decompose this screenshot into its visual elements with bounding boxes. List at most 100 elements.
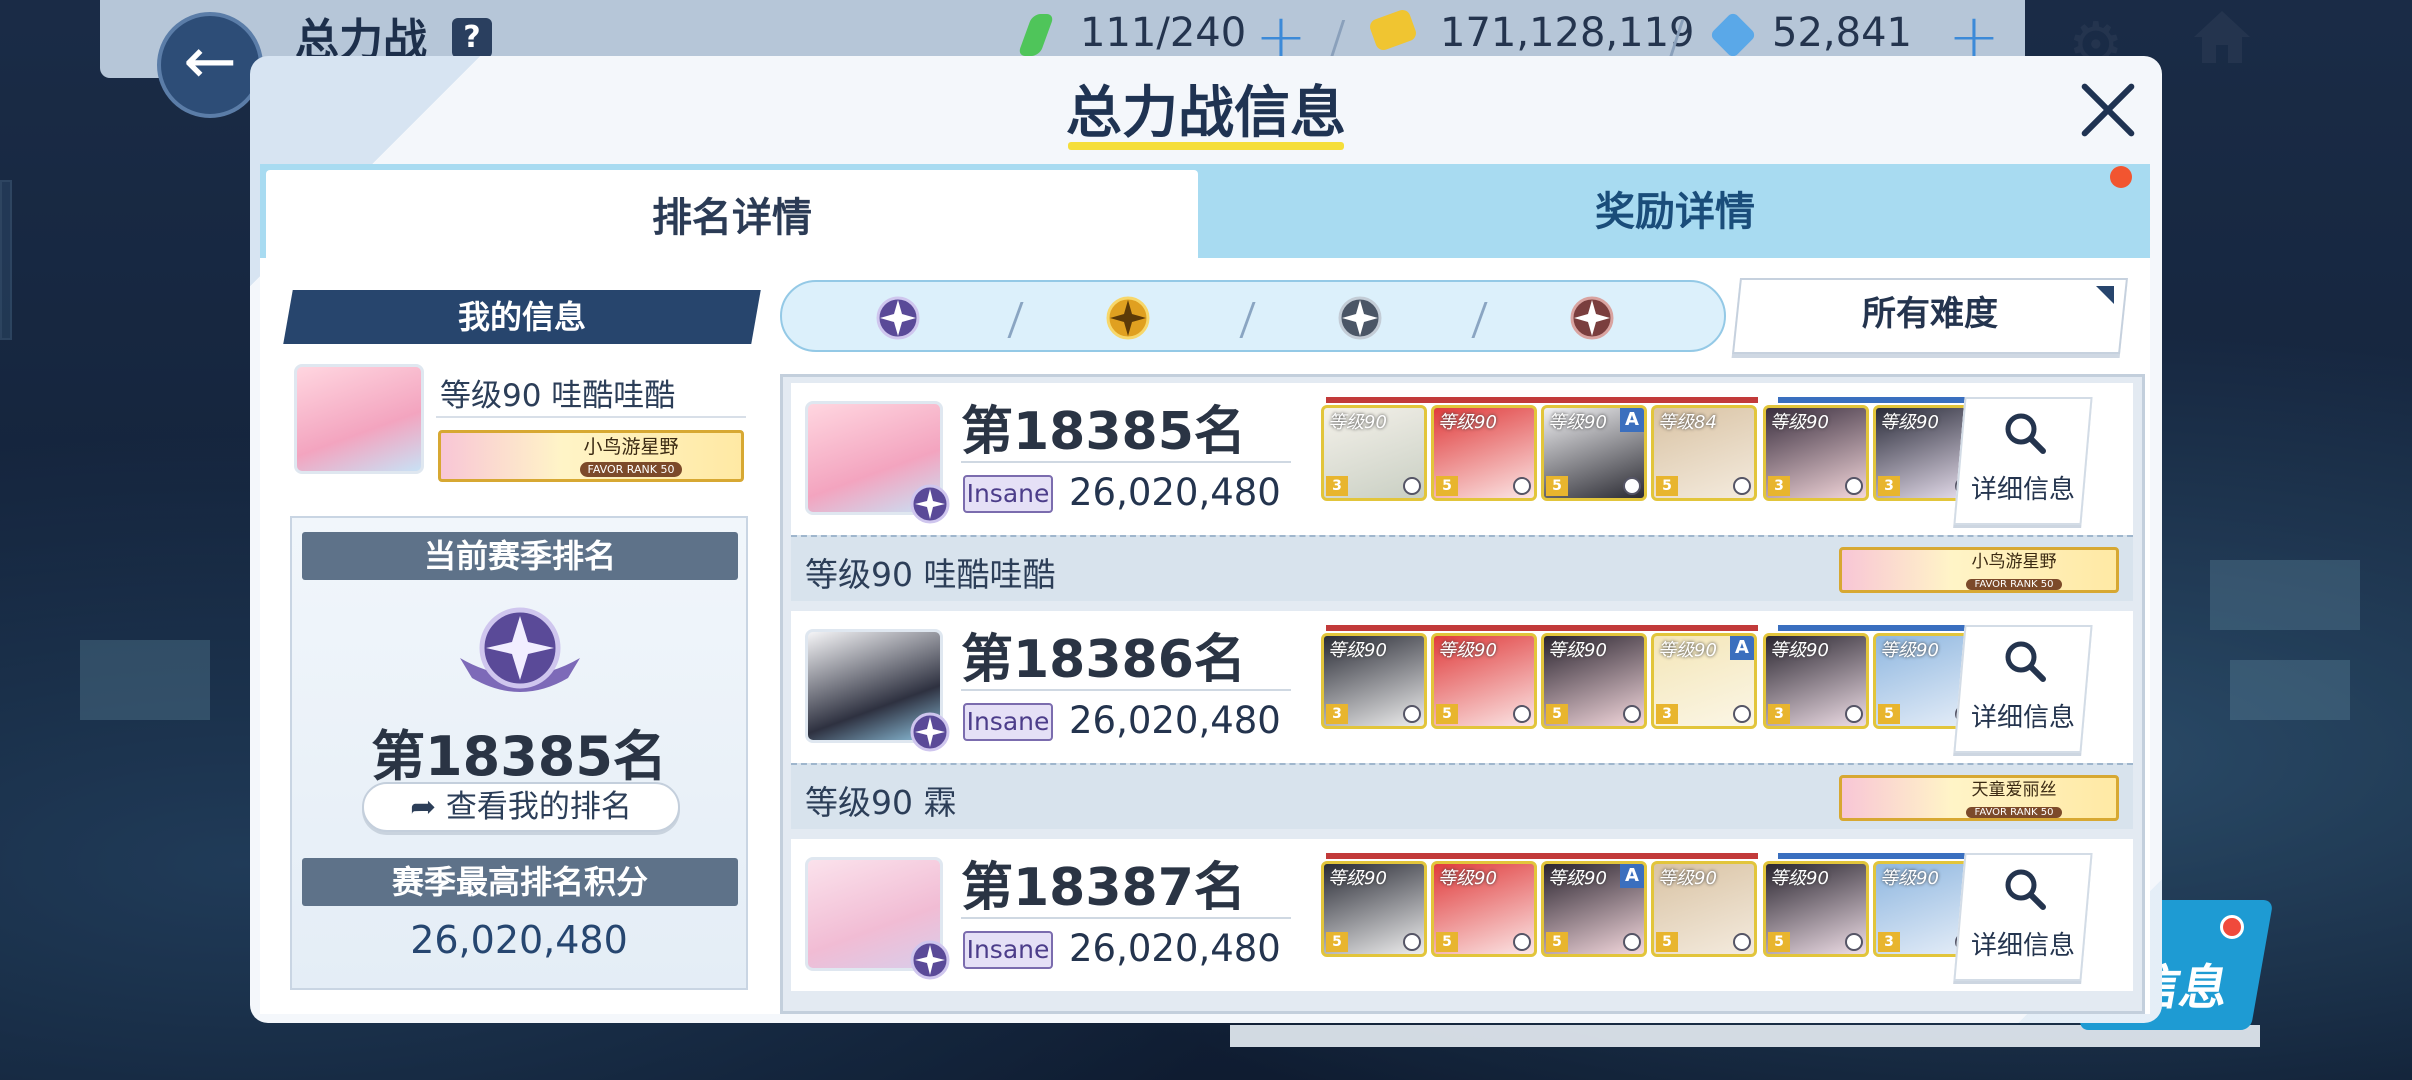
row-rank: 第18385名 <box>961 402 1246 462</box>
ranking-row[interactable]: 第18386名 Insane 26,020,480 等级90 3 等级90 5 等级… <box>791 611 2133 829</box>
target-icon <box>1513 933 1531 951</box>
student-card: 等级90 5 <box>1321 861 1427 957</box>
row-score: 26,020,480 <box>1069 699 1281 742</box>
student-star: 5 <box>1326 932 1348 952</box>
student-level: 等级90 <box>1548 412 1607 433</box>
student-star: 3 <box>1768 704 1790 724</box>
student-level: 等级90 <box>1658 640 1717 661</box>
bronze-tier-icon[interactable] <box>1562 288 1622 348</box>
row-player-name: 等级90 霖 <box>805 783 957 822</box>
equip-icon <box>1733 705 1751 723</box>
separator <box>1471 302 1488 338</box>
row-player-name: 等级90 哇酷哇酷 <box>805 555 1056 594</box>
student-star: 3 <box>1326 704 1348 724</box>
ranking-row[interactable]: 第18387名 Insane 26,020,480 等级90 5 等级90 5 等级… <box>791 839 2133 1011</box>
favor-badge-rank: FAVOR RANK 50 <box>579 462 683 477</box>
back-button[interactable]: ← <box>157 12 263 118</box>
student-level: 等级90 <box>1770 412 1829 433</box>
season-rank-value: 第18385名 <box>371 725 667 788</box>
divider <box>961 689 1291 691</box>
student-card: 等级90 5 <box>1431 405 1537 501</box>
favor-badge: 天童爱丽丝 FAVOR RANK 50 <box>1839 775 2119 821</box>
target-icon <box>1623 477 1641 495</box>
dropdown-arrow-icon <box>2096 286 2114 304</box>
platinum-tier-icon <box>910 484 950 524</box>
student-card: 等级90 5 <box>1651 861 1757 957</box>
difficulty-badge: Insane <box>963 475 1053 513</box>
assist-badge: A <box>1620 864 1644 888</box>
student-star: 5 <box>1546 476 1568 496</box>
row-score: 26,020,480 <box>1069 471 1281 514</box>
special-bar <box>1778 853 1988 859</box>
student-star: 5 <box>1546 932 1568 952</box>
equip-icon <box>1733 933 1751 951</box>
difficulty-dropdown-label[interactable]: 所有难度 <box>1736 278 2124 354</box>
striker-bar <box>1326 625 1758 631</box>
favor-badge: 小鸟游星野 FAVOR RANK 50 <box>438 430 744 482</box>
student-level: 等级90 <box>1770 640 1829 661</box>
student-card: 等级90 A 5 <box>1541 861 1647 957</box>
close-icon[interactable] <box>2075 78 2139 142</box>
difficulty-badge: Insane <box>963 931 1053 969</box>
tab-bar: 排名详情 奖励详情 <box>260 164 2150 266</box>
equip-icon <box>1845 705 1863 723</box>
favor-badge-name: 小鸟游星野 <box>1971 552 2057 572</box>
divider <box>436 416 746 418</box>
platinum-tier-icon <box>910 712 950 752</box>
tier-filter-bar <box>780 280 1726 352</box>
row-score: 26,020,480 <box>1069 927 1281 970</box>
student-level: 等级90 <box>1880 868 1939 889</box>
student-star: 3 <box>1656 704 1678 724</box>
tab-ranking-details[interactable]: 排名详情 <box>266 170 1198 266</box>
gems-value: 52,841 <box>1772 10 1912 56</box>
search-icon <box>2005 413 2046 454</box>
view-my-rank-label: 查看我的排名 <box>445 789 632 825</box>
ranking-list[interactable]: 第18385名 Insane 26,020,480 等级90 3 等级90 5 等级… <box>780 374 2145 1014</box>
favor-badge: 小鸟游星野 FAVOR RANK 50 <box>1839 547 2119 593</box>
notification-dot <box>2110 166 2132 188</box>
tab-reward-details[interactable]: 奖励详情 <box>1210 164 2140 266</box>
favor-badge-rank: FAVOR RANK 50 <box>1966 807 2062 818</box>
target-icon <box>1513 705 1531 723</box>
student-level: 等级90 <box>1438 868 1497 889</box>
favor-badge-name: 天童爱丽丝 <box>1971 780 2057 800</box>
detail-label: 详细信息 <box>1970 931 2075 961</box>
target-icon <box>1623 933 1641 951</box>
student-level: 等级90 <box>1548 868 1607 889</box>
student-star: 5 <box>1878 704 1900 724</box>
student-level: 等级90 <box>1880 412 1939 433</box>
favor-badge-rank: FAVOR RANK 50 <box>1966 579 2062 590</box>
title-underline <box>1068 142 1344 150</box>
home-icon[interactable] <box>2190 5 2254 69</box>
assist-badge: A <box>1620 408 1644 432</box>
gold-tier-icon[interactable] <box>1098 288 1158 348</box>
stamina-value: 111/240 <box>1080 10 1247 56</box>
student-level: 等级90 <box>1328 640 1387 661</box>
difficulty-badge: Insane <box>963 703 1053 741</box>
search-icon <box>2005 869 2046 910</box>
student-card: 等级90 5 <box>1541 633 1647 729</box>
silver-tier-icon[interactable] <box>1330 288 1390 348</box>
my-player-name: 等级90 哇酷哇酷 <box>440 378 676 414</box>
student-star: 5 <box>1546 704 1568 724</box>
student-star: 5 <box>1656 932 1678 952</box>
row-rank: 第18386名 <box>961 630 1246 690</box>
platinum-tier-icon[interactable] <box>868 288 928 348</box>
ranking-row[interactable]: 第18385名 Insane 26,020,480 等级90 3 等级90 5 等级… <box>791 383 2133 601</box>
help-icon[interactable]: ? <box>452 18 492 58</box>
student-star: 5 <box>1436 476 1458 496</box>
view-my-rank-button[interactable]: ➦ 查看我的排名 <box>362 782 680 832</box>
striker-bar <box>1326 853 1758 859</box>
assist-badge: A <box>1730 636 1754 660</box>
season-rank-header: 当前赛季排名 <box>302 532 738 580</box>
equip-icon <box>1403 933 1421 951</box>
detail-label: 详细信息 <box>1970 703 2075 733</box>
equip-icon <box>1403 477 1421 495</box>
student-level: 等级90 <box>1658 868 1717 889</box>
student-card: 等级90 A 5 <box>1541 405 1647 501</box>
raid-info-modal: 总力战信息 排名详情 奖励详情 我的信息 等级90 哇酷哇酷 小鸟游星野 FAV… <box>250 56 2162 1023</box>
target-icon <box>1513 477 1531 495</box>
detail-label: 详细信息 <box>1970 475 2075 505</box>
credits-value: 171,128,119 <box>1440 10 1695 56</box>
student-level: 等级90 <box>1548 640 1607 661</box>
